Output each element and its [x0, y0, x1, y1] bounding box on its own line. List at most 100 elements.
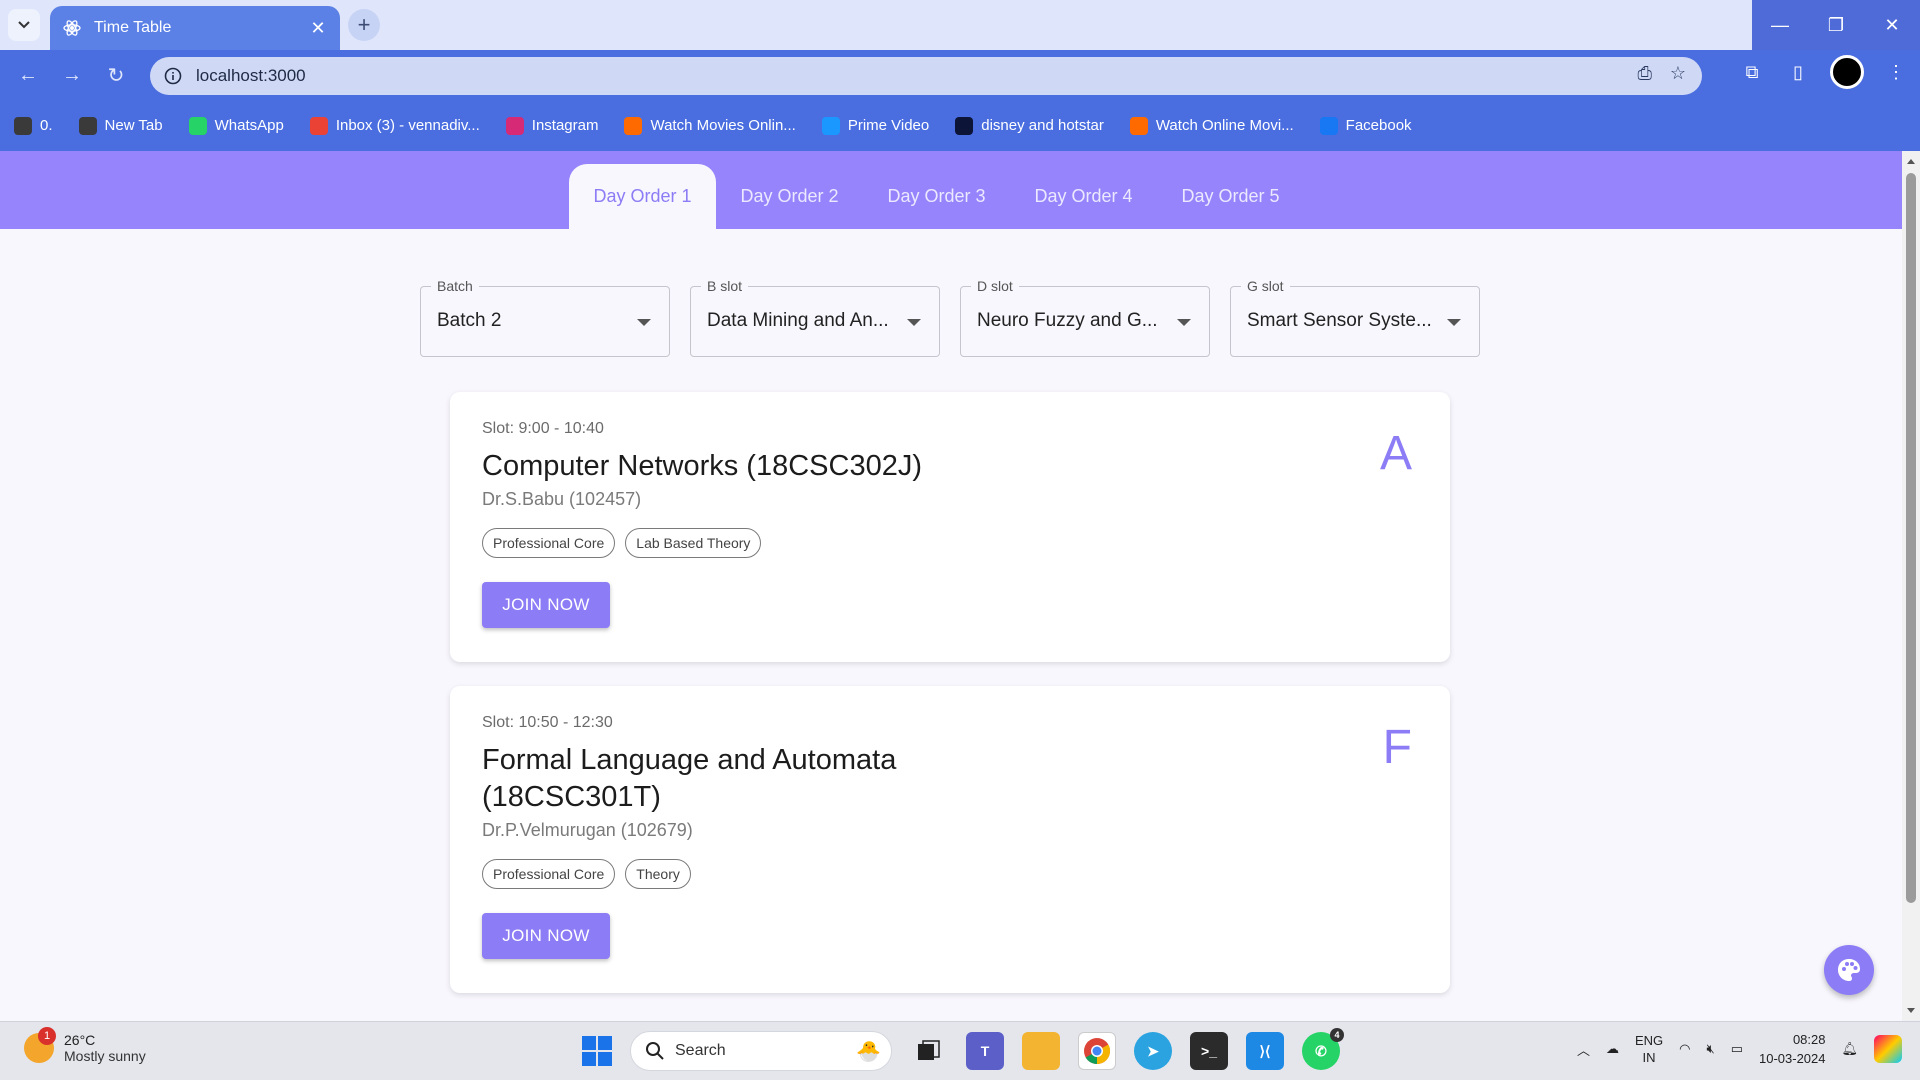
aha-icon [1129, 116, 1148, 135]
page-scrollbar[interactable] [1902, 151, 1920, 1021]
theme-palette-button[interactable] [1824, 945, 1874, 995]
bookmark-label: Inbox (3) - vennadiv... [335, 117, 480, 134]
telegram-icon[interactable]: ➤ [1134, 1032, 1172, 1070]
g-slot-select-value[interactable]: Smart Sensor Syste... [1247, 310, 1442, 332]
tab-day-order-2[interactable]: Day Order 2 [716, 164, 863, 229]
gmail-icon [309, 116, 328, 135]
bookmark-star-icon[interactable]: ☆ [1670, 63, 1686, 84]
minimize-button[interactable]: — [1752, 0, 1808, 50]
bookmark-item[interactable]: Inbox (3) - vennadiv... [309, 116, 480, 135]
batch-select-value[interactable]: Batch 2 [437, 310, 632, 332]
browser-tab-strip: Time Table ✕ + — ❐ ✕ [0, 0, 1920, 50]
bookmark-label: WhatsApp [214, 117, 284, 134]
b-slot-select-label: B slot [701, 278, 749, 294]
bookmark-item[interactable]: WhatsApp [188, 116, 284, 135]
batch-select-label: Batch [431, 278, 479, 294]
chevron-down-icon [18, 21, 30, 29]
teams-icon[interactable]: T [966, 1032, 1004, 1070]
dropdown-arrow-icon[interactable] [907, 319, 921, 326]
address-bar[interactable]: localhost:3000 ⎙ ☆ [150, 57, 1702, 95]
b-slot-select-value[interactable]: Data Mining and An... [707, 310, 902, 332]
join-now-button[interactable]: JOIN NOW [482, 582, 610, 628]
globe-icon [14, 116, 32, 135]
class-slot-time: Slot: 9:00 - 10:40 [482, 420, 604, 437]
react-icon [63, 20, 81, 36]
bookmark-label: 0. [40, 117, 53, 134]
close-window-button[interactable]: ✕ [1864, 0, 1920, 50]
weather-description: Mostly sunny [64, 1048, 146, 1064]
bookmark-item[interactable]: Watch Online Movi... [1129, 116, 1294, 135]
install-app-icon[interactable]: ⎙ [1637, 63, 1651, 84]
language-indicator[interactable]: ENG IN [1635, 1032, 1663, 1066]
chevron-up-icon[interactable]: ︿ [1577, 1040, 1590, 1059]
url-text[interactable]: localhost:3000 [196, 66, 306, 86]
globe-icon [78, 116, 97, 135]
bookmark-item[interactable]: Facebook [1319, 116, 1412, 135]
scroll-up-icon[interactable] [1907, 159, 1915, 164]
wifi-icon[interactable]: ◠ [1679, 1041, 1690, 1057]
bookmark-label: Watch Movies Onlin... [650, 117, 796, 134]
extensions-icon[interactable]: ⧉ [1738, 62, 1766, 83]
tab-search-button[interactable] [8, 9, 40, 41]
windows-start-icon[interactable] [582, 1036, 612, 1066]
scroll-thumb[interactable] [1906, 173, 1916, 903]
batch-select[interactable]: Batch Batch 2 [420, 278, 670, 357]
course-tags: Professional Core Lab Based Theory [482, 528, 1418, 558]
onedrive-icon[interactable]: ☁ [1606, 1041, 1619, 1057]
d-slot-select[interactable]: D slot Neuro Fuzzy and G... [960, 278, 1210, 357]
bookmark-item[interactable]: Prime Video [821, 116, 929, 135]
clock-date: 10-03-2024 [1758, 1051, 1826, 1066]
restore-button[interactable]: ❐ [1808, 0, 1864, 50]
side-panel-icon[interactable]: ▯ [1784, 62, 1812, 83]
bookmark-label: New Tab [104, 117, 163, 134]
whatsapp-icon[interactable]: ✆ 4 [1302, 1028, 1344, 1070]
site-info-icon[interactable] [164, 67, 182, 85]
course-tags: Professional Core Theory [482, 859, 1418, 889]
volume-muted-icon[interactable]: 🔇︎ [1706, 1041, 1714, 1057]
b-slot-select[interactable]: B slot Data Mining and An... [690, 278, 940, 357]
bookmark-item[interactable]: Watch Movies Onlin... [624, 116, 796, 135]
dropdown-arrow-icon[interactable] [637, 319, 651, 326]
prime-video-icon [821, 116, 840, 135]
bookmark-item[interactable]: Instagram [505, 116, 598, 135]
task-view-icon[interactable] [910, 1032, 948, 1070]
slot-letter: F [1382, 721, 1412, 774]
reload-icon[interactable]: ↻ [94, 53, 138, 97]
menu-dots-icon[interactable]: ⋮ [1882, 62, 1910, 83]
copilot-icon[interactable] [1874, 1035, 1902, 1063]
bookmark-item[interactable]: disney and hotstar [955, 116, 1104, 135]
tab-day-order-1[interactable]: Day Order 1 [569, 164, 716, 229]
clock-time: 08:28 [1792, 1032, 1826, 1047]
bookmark-item[interactable]: New Tab [78, 116, 163, 135]
weather-widget[interactable]: 1 26°C Mostly sunny [24, 1027, 146, 1064]
terminal-icon[interactable]: >_ [1190, 1032, 1228, 1070]
g-slot-select[interactable]: G slot Smart Sensor Syste... [1230, 278, 1480, 357]
tab-day-order-5[interactable]: Day Order 5 [1157, 164, 1304, 229]
taskbar-apps: Search 🐣 T ➤ >_ ⟩⟨ ✆ 4 [582, 1028, 1344, 1071]
new-tab-button[interactable]: + [348, 9, 380, 41]
battery-icon[interactable]: ▭ [1731, 1041, 1743, 1057]
forward-arrow-icon[interactable]: → [50, 53, 94, 97]
back-arrow-icon[interactable]: ← [6, 53, 50, 97]
profile-avatar[interactable] [1830, 55, 1864, 89]
notification-bell-icon[interactable]: 🔔︎ [1841, 1041, 1858, 1057]
bookmark-item[interactable]: 0. [14, 116, 53, 135]
vscode-icon[interactable]: ⟩⟨ [1246, 1032, 1284, 1070]
join-now-button[interactable]: JOIN NOW [482, 913, 610, 959]
facebook-icon [1319, 116, 1338, 135]
dropdown-arrow-icon[interactable] [1177, 319, 1191, 326]
bookmark-label: disney and hotstar [981, 117, 1104, 134]
clock[interactable]: 08:28 10-03-2024 [1759, 1030, 1826, 1068]
bookmark-label: Facebook [1345, 117, 1412, 134]
close-tab-icon[interactable]: ✕ [308, 18, 328, 39]
dropdown-arrow-icon[interactable] [1447, 319, 1461, 326]
day-order-tabs: Day Order 1 Day Order 2 Day Order 3 Day … [569, 164, 1304, 229]
scroll-down-icon[interactable] [1907, 1008, 1915, 1013]
file-explorer-icon[interactable] [1022, 1032, 1060, 1070]
d-slot-select-value[interactable]: Neuro Fuzzy and G... [977, 310, 1172, 332]
taskbar-search[interactable]: Search 🐣 [630, 1031, 892, 1071]
tab-day-order-4[interactable]: Day Order 4 [1010, 164, 1157, 229]
tab-day-order-3[interactable]: Day Order 3 [863, 164, 1010, 229]
browser-tab-active[interactable]: Time Table ✕ [50, 6, 340, 50]
chrome-icon[interactable] [1078, 1032, 1116, 1070]
